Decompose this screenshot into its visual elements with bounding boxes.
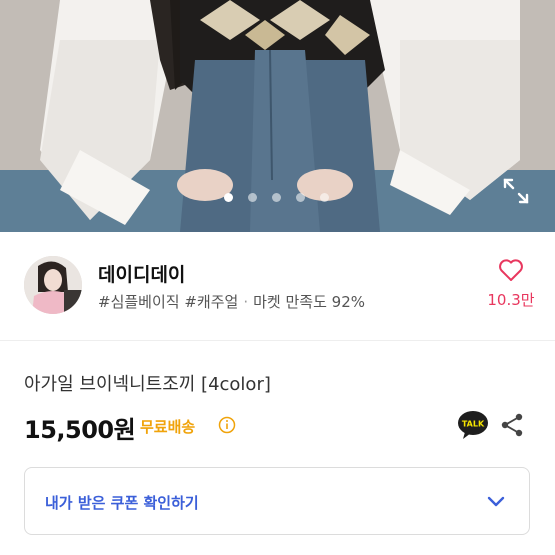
carousel-dot[interactable] (272, 193, 281, 202)
info-icon[interactable] (218, 416, 236, 434)
share-icon[interactable] (499, 412, 525, 438)
coupon-check-button[interactable]: 내가 받은 쿠폰 확인하기 (24, 467, 530, 535)
chevron-down-icon (487, 496, 505, 507)
seller-avatar[interactable] (24, 256, 82, 314)
carousel-dot[interactable] (248, 193, 257, 202)
heart-icon (499, 259, 523, 281)
free-shipping-label: 무료배송 (140, 418, 196, 436)
coupon-label: 내가 받은 쿠폰 확인하기 (45, 494, 199, 512)
tag-link[interactable]: #캐주얼 (184, 293, 238, 311)
seller-tags: #심플베이직 #캐주얼 · 마켓 만족도 92% (98, 291, 365, 312)
talk-text: TALK (462, 420, 485, 429)
avatar-image (24, 256, 82, 314)
product-price: 15,500원 (24, 416, 136, 444)
market-satisfaction: 마켓 만족도 92% (253, 293, 365, 311)
carousel-dot[interactable] (296, 193, 305, 202)
seller-name[interactable]: 데이디데이 (98, 260, 185, 287)
kakao-talk-icon[interactable]: TALK (457, 410, 489, 440)
product-image[interactable] (0, 0, 555, 232)
carousel-dot[interactable] (320, 193, 329, 202)
chat-bubble-icon: TALK (458, 411, 488, 439)
tag-link[interactable]: #심플베이직 (98, 293, 180, 311)
carousel-dot[interactable] (224, 193, 233, 202)
separator-dot: · (243, 293, 249, 311)
product-title: 아가일 브이넥니트조끼 [4color] (24, 374, 271, 395)
like-count: 10.3만 (487, 291, 535, 309)
fullscreen-expand-icon[interactable] (502, 177, 530, 205)
carousel-indicator (0, 193, 555, 205)
seller-info: 데이디데이 #심플베이직 #캐주얼 · 마켓 만족도 92% 10.3만 (0, 232, 555, 341)
like-button[interactable]: 10.3만 (483, 258, 539, 310)
